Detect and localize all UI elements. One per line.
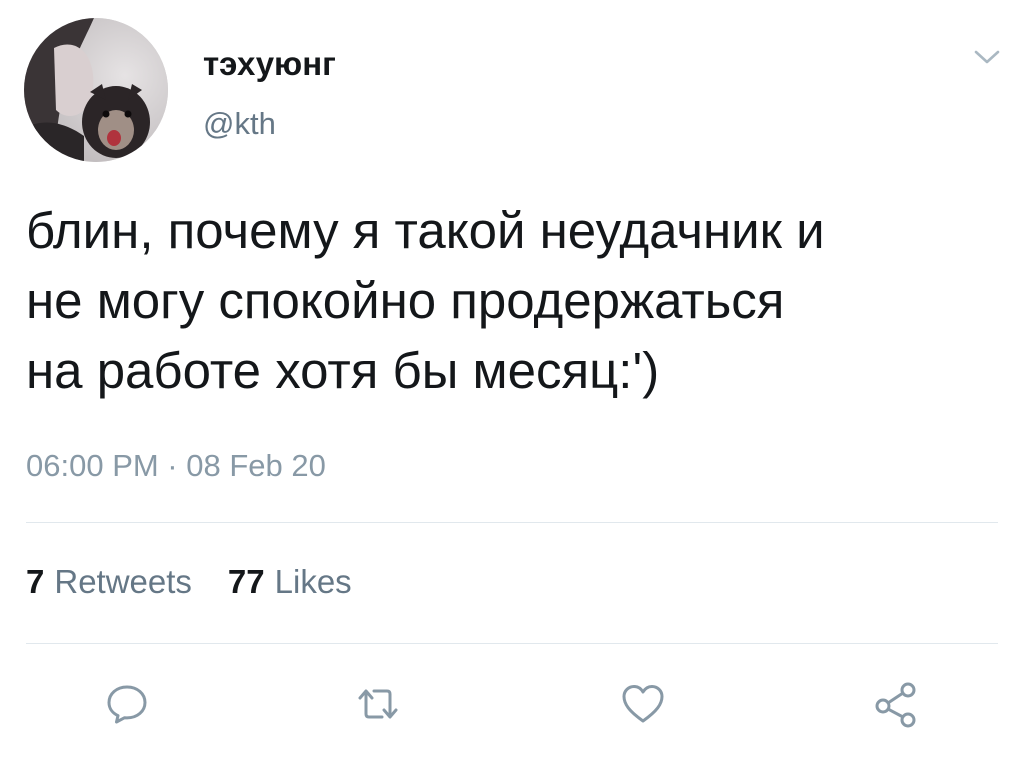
avatar[interactable] (24, 18, 168, 162)
user-handle[interactable]: @kth (203, 106, 276, 142)
likes-label: Likes (274, 563, 352, 600)
tweet-text: блин, почему я такой неудачник и не могу… (26, 196, 996, 406)
share-button[interactable] (872, 680, 920, 728)
likes-stat[interactable]: 77 Likes (228, 562, 352, 602)
tweet-timestamp[interactable]: 06:00 PM · 08 Feb 20 (26, 446, 326, 486)
tweet-text-line: на работе хотя бы месяц:') (26, 342, 660, 399)
reply-button[interactable] (103, 680, 151, 728)
tweet-text-line: блин, почему я такой неудачник и (26, 202, 825, 259)
display-name[interactable]: тэхуюнг (203, 44, 336, 84)
heart-icon (622, 685, 664, 723)
reply-icon (107, 685, 147, 724)
avatar-image (24, 18, 168, 162)
retweets-count: 7 (26, 563, 45, 600)
divider (26, 522, 998, 523)
retweets-label: Retweets (54, 563, 192, 600)
tweet-card: тэхуюнг @kth блин, почему я такой неудач… (0, 0, 1022, 762)
chevron-down-icon[interactable] (972, 46, 1002, 68)
share-icon (875, 682, 916, 728)
retweet-icon (358, 689, 398, 719)
retweet-button[interactable] (354, 680, 402, 728)
retweets-stat[interactable]: 7 Retweets (26, 562, 192, 602)
likes-count: 77 (227, 563, 265, 600)
tweet-stats: 7 Retweets 77 Likes (26, 562, 352, 602)
divider (26, 643, 998, 644)
like-button[interactable] (619, 680, 667, 728)
tweet-text-line: не могу спокойно продержаться (26, 272, 785, 329)
